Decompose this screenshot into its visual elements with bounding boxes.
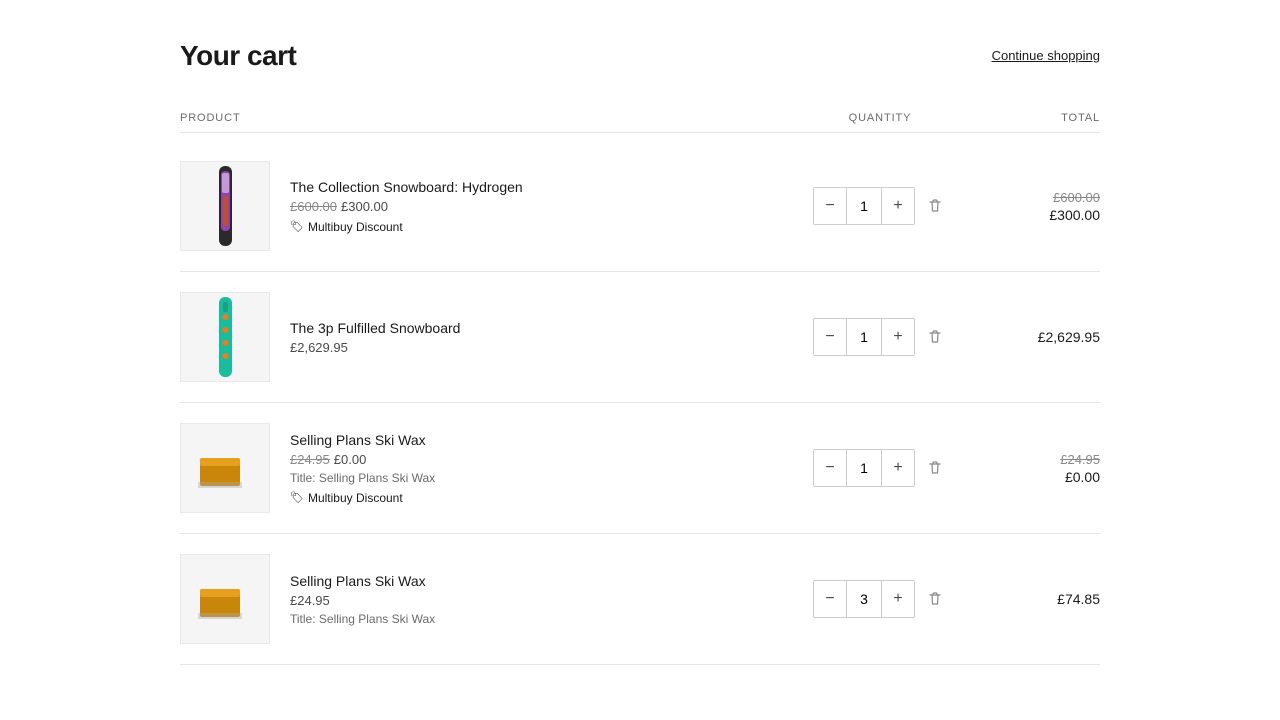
table-header: PRODUCT QUANTITY TOTAL xyxy=(180,104,1100,133)
discount-badge: 🏷 Multibuy Discount xyxy=(290,220,523,234)
product-variant: Title: Selling Plans Ski Wax xyxy=(290,612,435,626)
decrease-quantity-button[interactable]: − xyxy=(814,319,846,355)
quantity-wrapper: −+ xyxy=(813,580,915,618)
total-price: £2,629.95 xyxy=(1038,329,1100,345)
trash-icon xyxy=(927,460,943,476)
product-col: The Collection Snowboard: Hydrogen £600.0… xyxy=(180,161,780,251)
product-price: £24.95 xyxy=(290,593,435,608)
product-variant: Title: Selling Plans Ski Wax xyxy=(290,471,435,485)
cart-items-list: The Collection Snowboard: Hydrogen £600.0… xyxy=(180,141,1100,665)
product-image xyxy=(180,423,270,513)
decrease-quantity-button[interactable]: − xyxy=(814,188,846,224)
increase-quantity-button[interactable]: + xyxy=(882,450,914,486)
quantity-input[interactable] xyxy=(846,319,882,355)
cart-item: The Collection Snowboard: Hydrogen £600.0… xyxy=(180,141,1100,272)
delete-item-button[interactable] xyxy=(923,587,947,611)
quantity-wrapper: −+ xyxy=(813,187,915,225)
total-price: £0.00 xyxy=(1065,469,1100,485)
cart-item: Selling Plans Ski Wax £24.95 £0.00 Title: S… xyxy=(180,403,1100,534)
product-col: Selling Plans Ski Wax £24.95 Title: Sellin… xyxy=(180,554,780,644)
trash-icon xyxy=(927,198,943,214)
discount-badge: 🏷 Multibuy Discount xyxy=(290,491,435,505)
col-header-total: TOTAL xyxy=(980,112,1100,124)
product-name: The 3p Fulfilled Snowboard xyxy=(290,320,460,336)
delete-item-button[interactable] xyxy=(923,456,947,480)
quantity-col: −+ xyxy=(780,187,980,225)
discount-label: Multibuy Discount xyxy=(308,491,403,505)
quantity-col: −+ xyxy=(780,318,980,356)
product-name: The Collection Snowboard: Hydrogen xyxy=(290,179,523,195)
trash-icon xyxy=(927,591,943,607)
increase-quantity-button[interactable]: + xyxy=(882,188,914,224)
total-col: £74.85 xyxy=(980,591,1100,607)
increase-quantity-button[interactable]: + xyxy=(882,581,914,617)
quantity-input[interactable] xyxy=(846,188,882,224)
quantity-wrapper: −+ xyxy=(813,318,915,356)
product-image xyxy=(180,292,270,382)
cart-item: Selling Plans Ski Wax £24.95 Title: Sellin… xyxy=(180,534,1100,665)
total-price: £300.00 xyxy=(1049,207,1100,223)
tag-icon: 🏷 xyxy=(290,491,304,504)
total-col: £24.95 £0.00 xyxy=(980,452,1100,485)
cart-header: Your cart Continue shopping xyxy=(180,40,1100,72)
product-col: Selling Plans Ski Wax £24.95£0.00 Title: S… xyxy=(180,423,780,513)
product-info: Selling Plans Ski Wax £24.95£0.00 Title: S… xyxy=(290,432,435,505)
total-price: £74.85 xyxy=(1057,591,1100,607)
product-price: £2,629.95 xyxy=(290,340,460,355)
delete-item-button[interactable] xyxy=(923,325,947,349)
quantity-col: −+ xyxy=(780,449,980,487)
cart-item: The 3p Fulfilled Snowboard £2,629.95 −+ £2… xyxy=(180,272,1100,403)
continue-shopping-button[interactable]: Continue shopping xyxy=(992,48,1100,63)
decrease-quantity-button[interactable]: − xyxy=(814,581,846,617)
page-container: Your cart Continue shopping PRODUCT QUAN… xyxy=(160,0,1120,705)
product-price: £600.00£300.00 xyxy=(290,199,523,214)
page-title: Your cart xyxy=(180,40,296,72)
quantity-input[interactable] xyxy=(846,581,882,617)
product-name: Selling Plans Ski Wax xyxy=(290,432,435,448)
total-original-price: £24.95 xyxy=(1060,452,1100,467)
total-original-price: £600.00 xyxy=(1053,190,1100,205)
quantity-wrapper: −+ xyxy=(813,449,915,487)
delete-item-button[interactable] xyxy=(923,194,947,218)
quantity-col: −+ xyxy=(780,580,980,618)
product-image xyxy=(180,554,270,644)
trash-icon xyxy=(927,329,943,345)
product-info: The 3p Fulfilled Snowboard £2,629.95 xyxy=(290,320,460,355)
col-header-product: PRODUCT xyxy=(180,112,780,124)
product-name: Selling Plans Ski Wax xyxy=(290,573,435,589)
product-info: Selling Plans Ski Wax £24.95 Title: Sellin… xyxy=(290,573,435,626)
increase-quantity-button[interactable]: + xyxy=(882,319,914,355)
product-info: The Collection Snowboard: Hydrogen £600.0… xyxy=(290,179,523,234)
discount-label: Multibuy Discount xyxy=(308,220,403,234)
col-header-quantity: QUANTITY xyxy=(780,112,980,124)
product-image xyxy=(180,161,270,251)
product-col: The 3p Fulfilled Snowboard £2,629.95 xyxy=(180,292,780,382)
total-col: £2,629.95 xyxy=(980,329,1100,345)
decrease-quantity-button[interactable]: − xyxy=(814,450,846,486)
total-col: £600.00 £300.00 xyxy=(980,190,1100,223)
quantity-input[interactable] xyxy=(846,450,882,486)
tag-icon: 🏷 xyxy=(290,220,304,233)
product-price: £24.95£0.00 xyxy=(290,452,435,467)
